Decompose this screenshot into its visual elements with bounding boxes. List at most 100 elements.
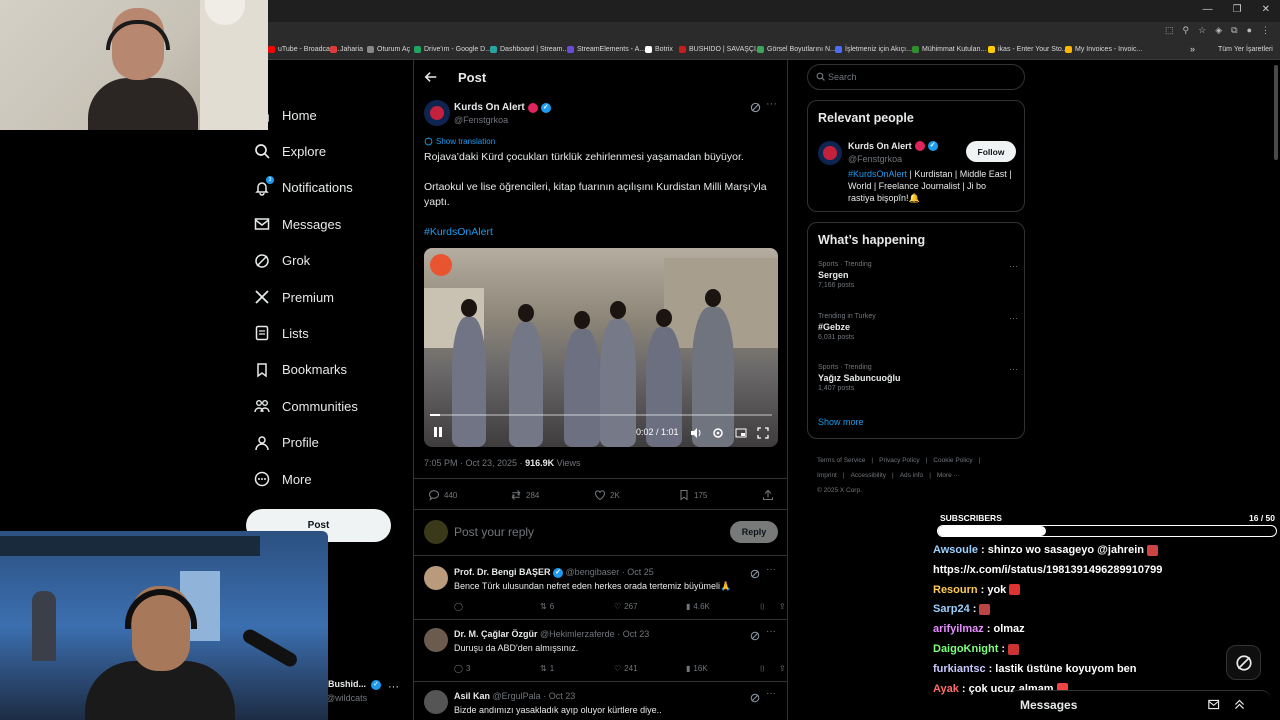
nav-item-bookmarks[interactable]: Bookmarks (254, 356, 347, 384)
nav-item-messages[interactable]: Messages (254, 210, 341, 238)
profile-icon[interactable]: ● (1247, 25, 1252, 36)
more-options-icon[interactable]: ··· (1009, 313, 1018, 323)
install-icon[interactable]: ⬚ (1165, 25, 1174, 36)
more-options-icon[interactable]: ··· (766, 626, 776, 637)
picture-in-picture-icon[interactable] (735, 426, 747, 444)
bookmark-item[interactable]: Mühimmat Kutuları... (912, 46, 987, 53)
page-scrollbar[interactable] (1272, 60, 1280, 720)
chevron-up-icon[interactable] (1233, 698, 1246, 716)
bookmark-action[interactable]: 175 (678, 489, 707, 501)
messages-drawer[interactable]: Messages (1008, 690, 1271, 720)
share-action[interactable] (762, 489, 774, 501)
more-options-icon[interactable]: ··· (1009, 364, 1018, 374)
bookmark-item[interactable]: ikas - Enter Your Sto... (988, 46, 1068, 53)
more-options-icon[interactable]: ··· (766, 564, 776, 575)
bookmark-item[interactable]: Jaharia (330, 46, 363, 53)
close-window-icon[interactable]: ✕ (1262, 4, 1270, 15)
footer-link[interactable]: Ads info (900, 472, 924, 479)
grok-float-button[interactable] (1226, 645, 1261, 680)
nav-item-communities[interactable]: Communities (254, 392, 358, 420)
search-input[interactable]: Search (807, 64, 1025, 90)
share-icon[interactable]: ⇪ (779, 664, 786, 673)
extension-icon[interactable]: ◈ (1215, 25, 1222, 36)
reply-author[interactable]: Asil Kan @ErgulPala · Oct 23 (454, 691, 575, 701)
reply-action[interactable]: 440 (428, 489, 457, 501)
bookmark-item[interactable]: My Invoices - Invoic... (1065, 46, 1142, 53)
nav-item-premium[interactable]: Premium (254, 283, 334, 311)
bookmark-item[interactable]: Görsel Boyutlarını N... (757, 46, 836, 53)
nav-item-profile[interactable]: Profile (254, 429, 319, 457)
video-player[interactable]: 0:02 / 1:01 (424, 248, 778, 447)
follow-button[interactable]: Follow (966, 141, 1016, 162)
bookmark-item[interactable]: Drive'ım - Google D... (414, 46, 491, 53)
grok-icon[interactable] (750, 566, 760, 584)
reply-avatar[interactable] (424, 628, 448, 652)
author-name[interactable]: Kurds On Alert ✓ (454, 102, 551, 113)
reply-repost-action[interactable]: ⇅ 6 (540, 602, 554, 611)
reply-author[interactable]: Prof. Dr. Bengi BAŞER ✓ @bengibaser · Oc… (454, 567, 654, 578)
reply-repost-action[interactable]: ⇅ 1 (540, 664, 554, 673)
bookmark-item[interactable]: Dashboard | Stream... (490, 46, 568, 53)
reply-avatar[interactable] (424, 690, 448, 714)
bookmark-item[interactable]: Oturum Aç (367, 46, 410, 53)
zoom-icon[interactable]: ⚲ (1183, 25, 1190, 36)
grok-icon[interactable] (750, 690, 760, 708)
more-options-icon[interactable]: ··· (766, 688, 776, 699)
hashtag-link[interactable]: #KurdsOnAlert (424, 226, 493, 238)
bookmark-item[interactable]: İşletmeniz için Akıçı... (835, 46, 912, 53)
account-switcher[interactable]: Bushid... ✓ @wildcats ··· (326, 679, 406, 709)
reply-button[interactable]: Reply (730, 521, 778, 543)
bookmark-item[interactable]: uTube - Broadcas... (268, 46, 339, 53)
bookmark-item[interactable]: Botrix (645, 46, 673, 53)
reply-views-action[interactable]: ▮ 4.6K (686, 602, 710, 611)
trend-item[interactable]: Trending in Turkey #Gebze 6,031 posts ··· (818, 313, 1018, 341)
trend-item[interactable]: Sports · Trending Sergen 7,166 posts ··· (818, 261, 1018, 289)
nav-item-notifications[interactable]: 3 Notifications (254, 174, 353, 202)
more-icon[interactable]: ··· (388, 681, 399, 693)
share-icon[interactable]: ⇪ (779, 602, 786, 611)
like-action[interactable]: 2K (594, 489, 620, 501)
all-bookmarks-folder[interactable]: Tüm Yer İşaretleri (1218, 46, 1273, 53)
scrollbar-thumb[interactable] (1274, 65, 1278, 160)
footer-link[interactable]: Privacy Policy (879, 457, 919, 464)
bookmark-icon[interactable]: ⌷ (760, 602, 765, 612)
relevant-person-name[interactable]: Kurds On Alert ✓ (848, 141, 938, 151)
nav-item-explore[interactable]: Explore (254, 137, 326, 165)
bookmarks-overflow-icon[interactable]: » (1190, 44, 1195, 54)
show-more-link[interactable]: Show more (818, 417, 864, 427)
bookmark-icon[interactable]: ⌷ (760, 664, 765, 674)
footer-link[interactable]: Terms of Service (817, 457, 865, 464)
grok-icon[interactable] (750, 100, 761, 118)
relevant-person-avatar[interactable] (818, 141, 842, 165)
footer-link[interactable]: Accessibility (851, 472, 886, 479)
new-message-icon[interactable] (1208, 698, 1221, 716)
fullscreen-icon[interactable] (757, 426, 769, 444)
reply-like-action[interactable]: ♡ 241 (614, 664, 638, 673)
author-avatar[interactable] (424, 100, 450, 126)
settings-gear-icon[interactable] (712, 426, 724, 444)
bio-hashtag[interactable]: #KurdsOnAlert (848, 169, 907, 179)
star-icon[interactable]: ☆ (1198, 25, 1206, 36)
back-arrow-icon[interactable] (424, 70, 438, 89)
minimize-icon[interactable]: — (1203, 4, 1213, 15)
repost-action[interactable]: 284 (510, 489, 539, 501)
trend-item[interactable]: Sports · Trending Yağız Sabuncuoğlu 1,407 … (818, 364, 1018, 392)
bookmark-item[interactable]: StreamElements - A... (567, 46, 645, 53)
restore-icon[interactable]: ❐ (1233, 4, 1242, 15)
video-progress-bar[interactable] (430, 414, 772, 416)
footer-link[interactable]: © 2025 X Corp. (817, 487, 862, 494)
reply-comment-action[interactable]: ◯ 3 (454, 664, 470, 673)
post-timestamp[interactable]: 7:05 PM · Oct 23, 2025 · (424, 458, 525, 468)
footer-link[interactable]: Imprint (817, 472, 837, 479)
more-options-icon[interactable]: ··· (766, 98, 777, 110)
author-handle[interactable]: @Fenstgrkoa (454, 115, 508, 125)
reply-input[interactable]: Post your reply (454, 525, 534, 539)
show-translation-link[interactable]: Show translation (424, 137, 495, 146)
reply-post[interactable]: Dr. M. Çağlar Özgür @Hekimlerzaferde · O… (414, 620, 787, 682)
reply-avatar[interactable] (424, 566, 448, 590)
reply-post[interactable]: Asil Kan @ErgulPala · Oct 23 ··· Bizde and… (414, 682, 787, 720)
reply-comment-action[interactable]: ◯ (454, 602, 466, 611)
bookmark-item[interactable]: BUSHIDO | SAVAŞÇI... (679, 46, 762, 53)
reply-like-action[interactable]: ♡ 267 (614, 602, 638, 611)
grok-icon[interactable] (750, 628, 760, 646)
